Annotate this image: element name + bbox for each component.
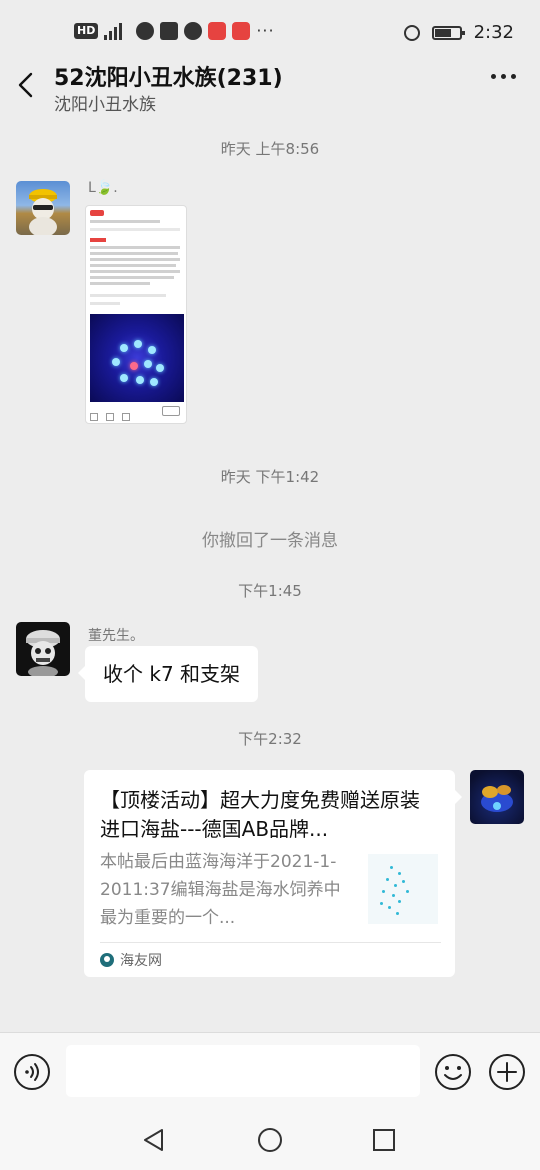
message-input[interactable] bbox=[66, 1045, 420, 1097]
chat-subtitle: 沈阳小丑水族 bbox=[54, 95, 156, 115]
nav-recent-apps-icon[interactable] bbox=[370, 1126, 398, 1154]
timestamp: 昨天 上午8:56 bbox=[220, 140, 320, 158]
shared-image[interactable] bbox=[85, 205, 187, 424]
status-left-icons: HD ··· bbox=[74, 22, 275, 40]
avatar-image bbox=[29, 189, 57, 235]
nav-back-icon[interactable] bbox=[140, 1126, 168, 1154]
timestamp: 昨天 下午1:42 bbox=[220, 468, 320, 486]
input-bar bbox=[0, 1032, 540, 1113]
avatar[interactable] bbox=[16, 622, 70, 676]
system-nav-bar bbox=[0, 1112, 540, 1170]
divider bbox=[100, 942, 441, 943]
battery-icon bbox=[431, 25, 465, 40]
qq-icon bbox=[184, 22, 203, 40]
chat-title: 52沈阳小丑水族(231) bbox=[54, 66, 283, 91]
avatar-image bbox=[481, 785, 513, 812]
more-notifications-icon: ··· bbox=[256, 21, 275, 40]
timestamp: 下午2:32 bbox=[238, 730, 302, 748]
signal-icon bbox=[104, 22, 130, 40]
timestamp: 下午1:45 bbox=[238, 582, 302, 600]
avatar[interactable] bbox=[470, 770, 524, 824]
recall-notice: 你撤回了一条消息 bbox=[202, 531, 338, 551]
link-card-title: 【顶楼活动】超大力度免费赠送原装进口海盐---德国AB品牌... bbox=[100, 788, 420, 841]
emoji-icon[interactable] bbox=[434, 1053, 472, 1091]
hd-indicator: HD bbox=[74, 23, 99, 39]
more-icon[interactable] bbox=[491, 74, 516, 79]
link-card[interactable]: 【顶楼活动】超大力度免费赠送原装进口海盐---德国AB品牌... 本帖最后由蓝海… bbox=[84, 770, 462, 977]
avatar-image bbox=[26, 630, 60, 676]
link-card-thumbnail bbox=[368, 854, 438, 924]
status-right-icons: 2:32 bbox=[403, 22, 514, 43]
sender-name: 董先生。 bbox=[88, 628, 144, 644]
sender-name: L🍃. bbox=[88, 180, 118, 196]
nav-home-icon[interactable] bbox=[256, 1126, 284, 1154]
notification-icon bbox=[160, 22, 179, 40]
plus-icon[interactable] bbox=[488, 1053, 526, 1091]
source-name: 海友网 bbox=[120, 953, 162, 969]
alarm-icon bbox=[403, 24, 420, 41]
status-time: 2:32 bbox=[473, 22, 514, 43]
chevron-left-icon[interactable] bbox=[12, 70, 42, 100]
app-notification-icon bbox=[208, 22, 227, 40]
chat-header: 52沈阳小丑水族(231) 沈阳小丑水族 bbox=[0, 52, 540, 118]
link-card-source: 海友网 bbox=[100, 950, 162, 970]
app-notification-icon bbox=[232, 22, 251, 40]
source-logo-icon bbox=[100, 953, 114, 967]
voice-icon[interactable] bbox=[13, 1053, 51, 1091]
avatar[interactable] bbox=[16, 181, 70, 235]
link-card-description: 本帖最后由蓝海海洋于2021-1-2011:37编辑海盐是海水饲养中最为重要的一… bbox=[100, 852, 341, 928]
message-bubble[interactable]: 收个 k7 和支架 bbox=[77, 646, 259, 702]
notification-icon bbox=[136, 22, 155, 40]
